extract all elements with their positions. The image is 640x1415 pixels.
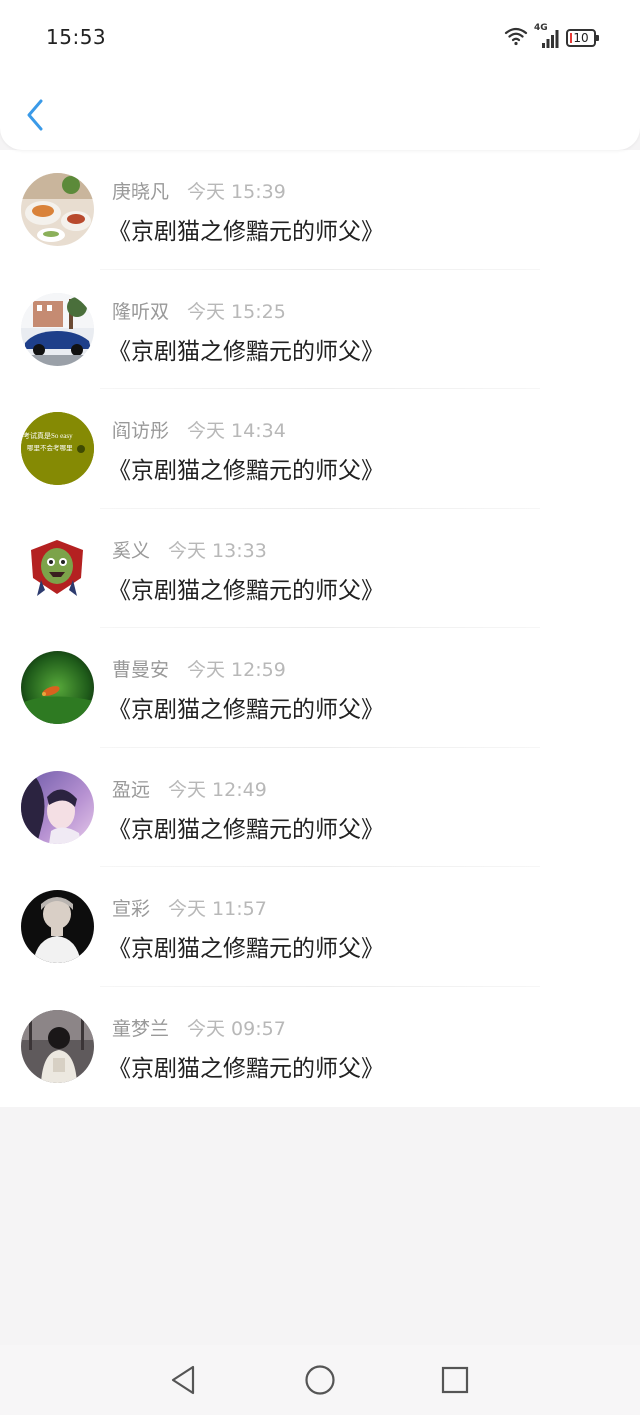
status-time: 15:53: [46, 25, 107, 49]
item-meta: 阎访彤 今天 14:34: [112, 416, 286, 443]
wifi-icon: [504, 26, 528, 50]
triangle-back-icon: [171, 1365, 195, 1395]
message-time: 今天 13:33: [168, 539, 267, 562]
sender-name: 阎访彤: [112, 420, 170, 442]
message-time: 今天 09:57: [187, 1017, 286, 1040]
avatar-caption: 考试真是So easy: [23, 431, 73, 440]
item-meta: 宣彩 今天 11:57: [112, 894, 267, 921]
avatar-caption: 哪里不会考哪里: [27, 443, 73, 452]
circle-home-icon: [305, 1365, 335, 1395]
message-text: 《京剧猫之修黯元的师父》: [108, 219, 384, 245]
message-time: 今天 12:59: [187, 659, 286, 681]
app-header: 15:53 4G 10: [0, 0, 640, 150]
item-meta: 奚义 今天 13:33: [112, 536, 267, 563]
battery-fill: [570, 33, 572, 43]
list-item[interactable]: 童梦兰 今天 09:57 《京剧猫之修黯元的师父》: [0, 987, 640, 1107]
avatar[interactable]: [21, 770, 94, 844]
message-time: 今天 15:25: [187, 300, 286, 323]
message-text: 《京剧猫之修黯元的师父》: [108, 577, 384, 604]
list-item[interactable]: 曹曼安 今天 12:59 《京剧猫之修黯元的师父》: [0, 628, 640, 748]
message-text: 《京剧猫之修黯元的师父》: [108, 458, 384, 484]
avatar[interactable]: 考试真是So easy 哪里不会考哪里: [21, 412, 94, 485]
avatar[interactable]: [21, 531, 94, 605]
avatar[interactable]: [21, 173, 94, 246]
message-time: 今天 14:34: [187, 420, 286, 442]
list-item[interactable]: 庚晓凡 今天 15:39 《京剧猫之修黯元的师父》: [0, 150, 640, 270]
message-text: 《京剧猫之修黯元的师父》: [108, 697, 384, 723]
message-text: 《京剧猫之修黯元的师父》: [108, 936, 384, 962]
avatar[interactable]: [21, 890, 94, 963]
sender-name: 奚义: [112, 539, 151, 562]
avatar[interactable]: [21, 651, 94, 724]
back-button[interactable]: [18, 94, 52, 136]
battery-level-label: 10: [573, 31, 589, 45]
list-item[interactable]: 奚义 今天 13:33 《京剧猫之修黯元的师父》: [0, 509, 640, 628]
list-item[interactable]: 隆听双 今天 15:25 《京剧猫之修黯元的师父》: [0, 270, 640, 389]
avatar[interactable]: [21, 1009, 94, 1083]
item-meta: 盈远 今天 12:49: [112, 775, 267, 802]
message-text: 《京剧猫之修黯元的师父》: [108, 816, 384, 843]
item-meta: 隆听双 今天 15:25: [112, 297, 286, 324]
message-time: 今天 12:49: [168, 778, 267, 801]
sender-name: 童梦兰: [112, 1017, 170, 1040]
message-text: 《京剧猫之修黯元的师父》: [108, 1055, 384, 1082]
sender-name: 庚晓凡: [112, 181, 170, 203]
nav-home-button[interactable]: [302, 1362, 338, 1398]
message-time: 今天 15:39: [187, 181, 286, 203]
message-text: 《京剧猫之修黯元的师父》: [108, 338, 384, 365]
sender-name: 曹曼安: [112, 659, 170, 681]
cellular-signal-icon: 4G: [534, 23, 560, 49]
item-meta: 庚晓凡 今天 15:39: [112, 177, 286, 204]
system-nav-bar: [0, 1345, 640, 1415]
sender-name: 宣彩: [112, 898, 151, 920]
list-item[interactable]: 盈远 今天 12:49 《京剧猫之修黯元的师父》: [0, 748, 640, 867]
message-time: 今天 11:57: [168, 898, 267, 920]
chevron-left-icon: [27, 99, 43, 131]
avatar[interactable]: [21, 292, 94, 366]
sender-name: 隆听双: [112, 300, 170, 323]
item-meta: 曹曼安 今天 12:59: [112, 655, 286, 682]
status-icons: 4G 10: [504, 23, 599, 50]
square-recents-icon: [441, 1366, 469, 1394]
sender-name: 盈远: [112, 778, 151, 801]
nav-back-button[interactable]: [165, 1362, 201, 1398]
item-meta: 童梦兰 今天 09:57: [112, 1014, 286, 1041]
message-list: 庚晓凡 今天 15:39 《京剧猫之修黯元的师父》 隆听双 今天 15:25 《…: [0, 150, 640, 1107]
battery-indicator: 10: [566, 29, 599, 47]
list-item[interactable]: 宣彩 今天 11:57 《京剧猫之修黯元的师父》: [0, 867, 640, 987]
list-item[interactable]: 考试真是So easy 哪里不会考哪里 阎访彤 今天 14:34 《京剧猫之修黯…: [0, 389, 640, 509]
nav-recents-button[interactable]: [437, 1362, 473, 1398]
